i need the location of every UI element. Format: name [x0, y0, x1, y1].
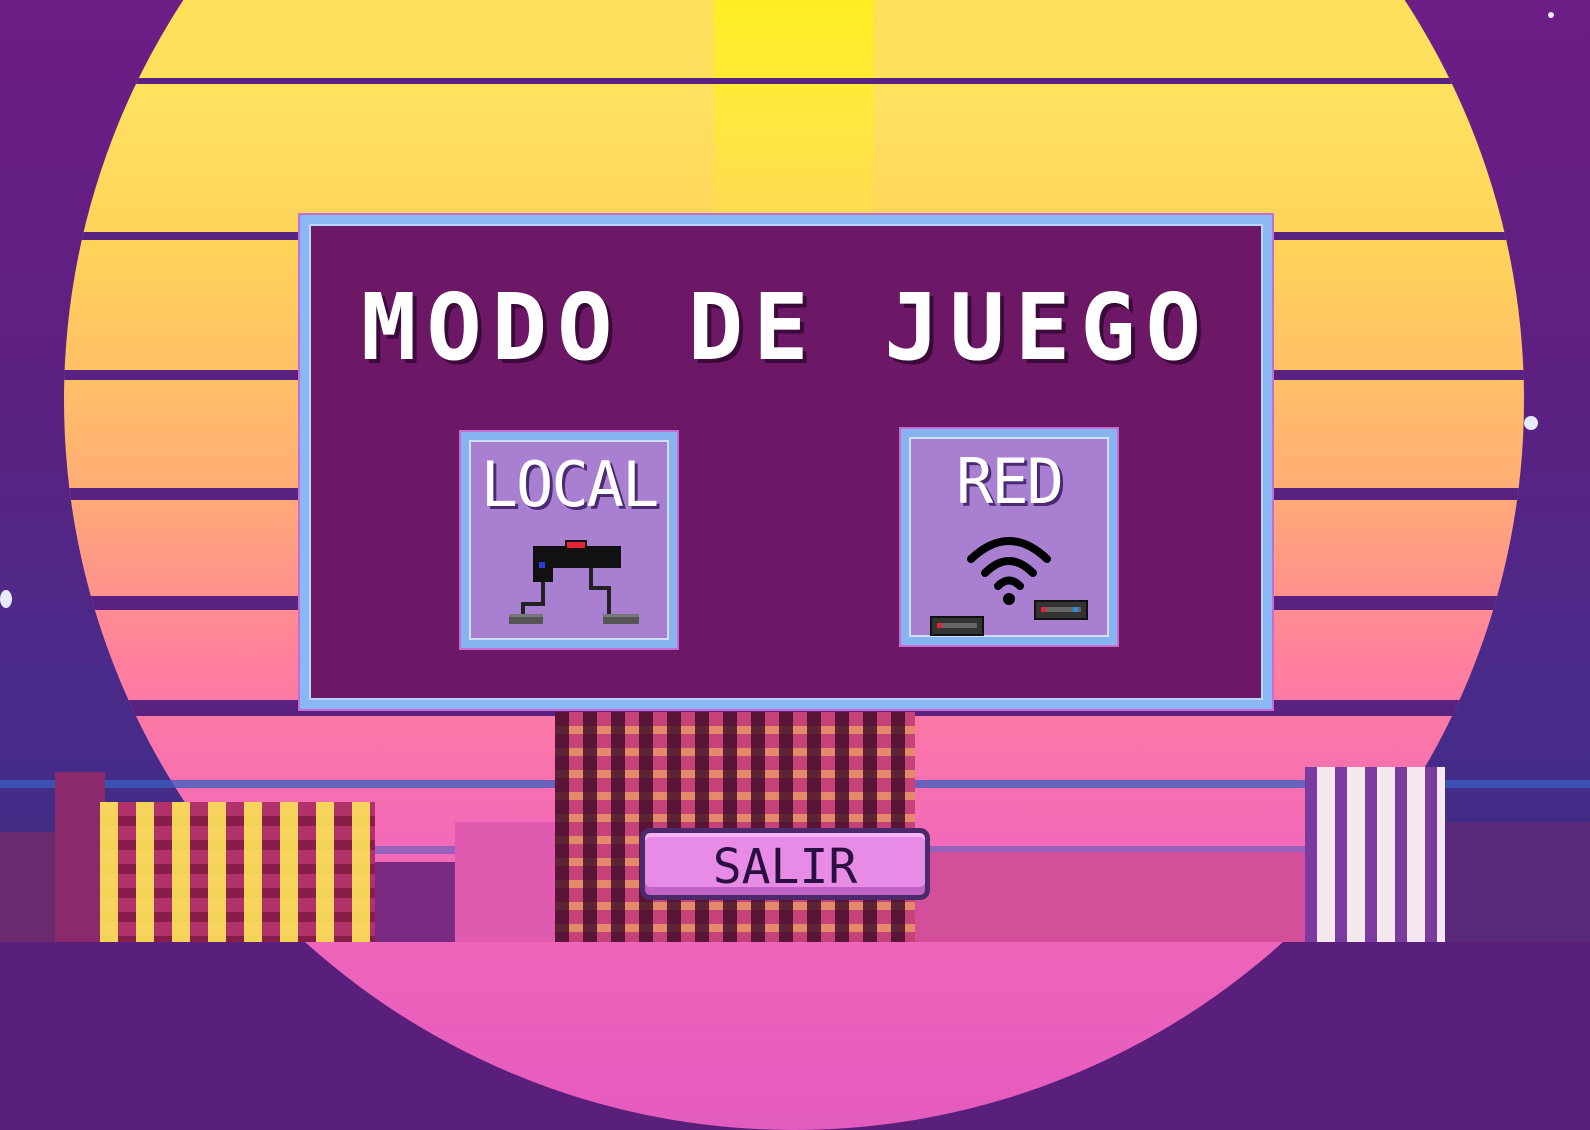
building: [915, 852, 1305, 942]
star: [0, 590, 12, 608]
exit-button[interactable]: SALIR: [640, 828, 930, 900]
building: [455, 822, 555, 942]
building: [555, 712, 915, 942]
star: [1548, 12, 1554, 18]
local-mode-button[interactable]: LOCAL: [461, 432, 677, 648]
network-mode-label: RED: [956, 445, 1064, 518]
building: [1445, 822, 1590, 942]
building: [1305, 767, 1445, 942]
page-title: MODO DE JUEGO: [360, 274, 1212, 381]
console-controllers-icon: [509, 540, 639, 624]
exit-button-label: SALIR: [712, 839, 858, 895]
star: [1524, 416, 1538, 430]
wifi-network-icon: [930, 537, 1088, 636]
building: [0, 832, 60, 942]
building: [55, 772, 105, 942]
local-mode-label: LOCAL: [480, 448, 660, 521]
network-mode-button[interactable]: RED: [901, 429, 1117, 645]
game-mode-panel: MODO DE JUEGO LOCAL RED: [300, 215, 1272, 709]
building: [375, 862, 455, 942]
building: [100, 802, 375, 942]
sun-stripe: [64, 78, 1524, 84]
pixel-city-skyline: [0, 682, 1590, 942]
